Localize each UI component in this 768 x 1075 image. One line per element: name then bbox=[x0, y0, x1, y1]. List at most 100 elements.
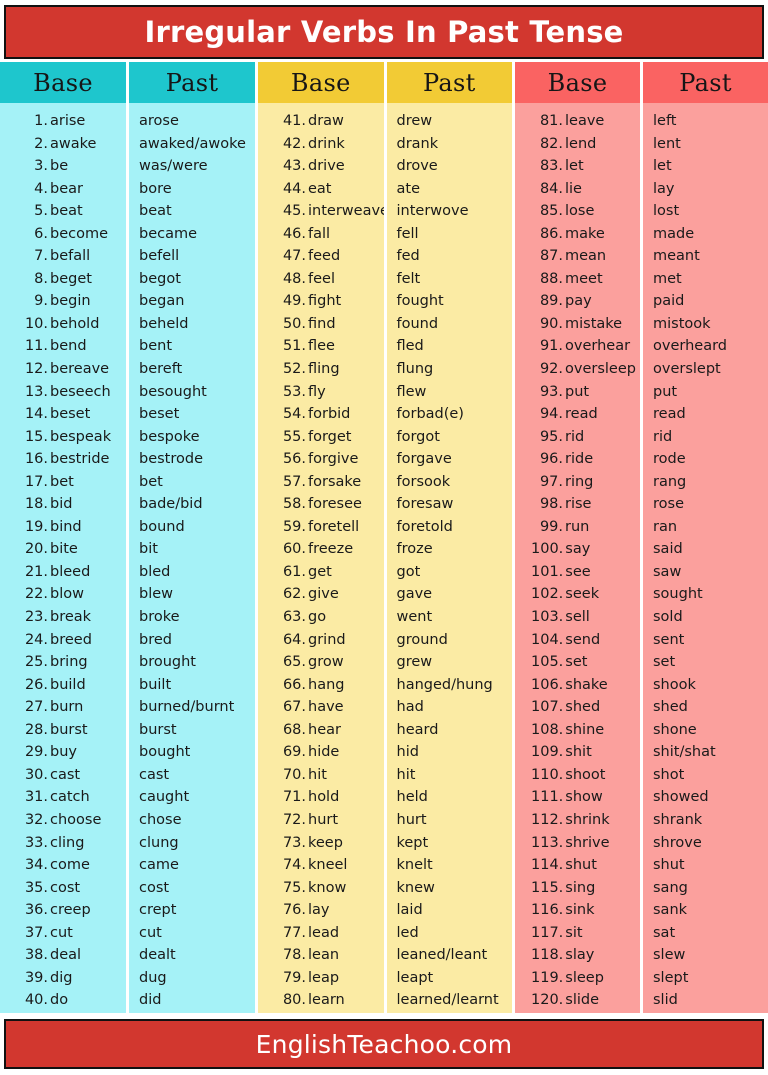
verb-index: 13. bbox=[24, 383, 48, 400]
verb-base-entry: 84. lie bbox=[515, 178, 640, 201]
verb-index: 14. bbox=[24, 406, 48, 423]
verb-base-entry: 9. begin bbox=[0, 290, 126, 313]
verb-index: 42. bbox=[282, 135, 306, 152]
verb-base-entry: 48. feel bbox=[258, 268, 384, 291]
verb-past-entry: made bbox=[653, 225, 695, 242]
verb-past-entry: shook bbox=[653, 676, 696, 693]
verb-base-word: choose bbox=[50, 811, 102, 828]
verb-base-entry: 117. sit bbox=[515, 922, 640, 945]
verb-base-entry: 11. bend bbox=[0, 335, 126, 358]
verb-base-entry: 33. cling bbox=[0, 832, 126, 855]
verb-base-word: set bbox=[565, 654, 588, 671]
verb-base-entry: 98. rise bbox=[515, 493, 640, 516]
verb-base-word: show bbox=[565, 789, 603, 806]
verb-past-entry: hit bbox=[396, 766, 416, 783]
past-column-1: arose awaked/awoke was/were bore beat became b… bbox=[129, 103, 255, 1013]
verb-base-entry: 18. bid bbox=[0, 493, 126, 516]
verb-past-entry: sought bbox=[653, 586, 703, 603]
verb-past-entry: left bbox=[653, 113, 677, 129]
verb-index: 51. bbox=[282, 338, 306, 355]
verb-index: 66. bbox=[282, 676, 306, 693]
verb-base-entry: 112. shrink bbox=[515, 809, 640, 832]
verb-index: 110. bbox=[531, 766, 564, 783]
verb-base-word: cling bbox=[50, 834, 85, 851]
verb-base-word: sing bbox=[565, 879, 596, 896]
verb-base-word: bespeak bbox=[50, 428, 112, 445]
verb-past-entry: bound bbox=[139, 518, 185, 535]
verb-past-entry: felt bbox=[396, 270, 421, 287]
verb-base-entry: 61. get bbox=[258, 561, 384, 584]
verb-index: 76. bbox=[282, 902, 306, 919]
verb-base-entry: 45. interweave bbox=[258, 200, 384, 223]
verb-past-entry: drank bbox=[396, 135, 439, 152]
verb-past-entry: read bbox=[653, 406, 686, 423]
verb-index: 15. bbox=[24, 428, 48, 445]
verb-past-entry: led bbox=[396, 924, 419, 941]
verb-past-entry: bestrode bbox=[139, 451, 204, 468]
verb-index: 31. bbox=[24, 789, 48, 806]
verb-past-entry: rose bbox=[653, 496, 684, 513]
verb-index: 74. bbox=[282, 857, 306, 874]
verb-base-word: shine bbox=[565, 721, 605, 738]
verb-base-entry: 82. lend bbox=[515, 133, 640, 156]
site-name: EnglishTeachoo.com bbox=[255, 1029, 513, 1059]
verb-index: 107. bbox=[531, 699, 564, 716]
verb-past-entry: bit bbox=[139, 541, 158, 558]
verb-past-entry: befell bbox=[139, 248, 180, 265]
verb-base-entry: 6. become bbox=[0, 223, 126, 246]
verb-section-pink: Base Past 81. leave 82. lend 83. let 84. lie 85.… bbox=[515, 62, 768, 1013]
verb-base-word: do bbox=[50, 992, 69, 1009]
verb-index: 41. bbox=[282, 113, 306, 129]
verb-past-entry: brought bbox=[139, 654, 196, 671]
verb-index: 83. bbox=[539, 158, 563, 175]
verb-base-entry: 51. flee bbox=[258, 335, 384, 358]
verb-index: 25. bbox=[24, 654, 48, 671]
verb-index: 115. bbox=[531, 879, 564, 896]
verb-past-entry: fought bbox=[396, 293, 444, 310]
verb-base-word: say bbox=[565, 541, 591, 558]
verb-base-entry: 31. catch bbox=[0, 786, 126, 809]
verb-index: 38. bbox=[24, 947, 48, 964]
verb-base-word: seek bbox=[565, 586, 600, 603]
verb-base-word: read bbox=[565, 406, 598, 423]
verb-base-word: go bbox=[308, 609, 327, 626]
page-title: Irregular Verbs In Past Tense bbox=[144, 15, 624, 49]
verb-past-entry: did bbox=[139, 992, 162, 1009]
verb-base-word: mean bbox=[565, 248, 607, 265]
header-row-pink: Base Past bbox=[515, 62, 768, 103]
verb-base-entry: 38. deal bbox=[0, 944, 126, 967]
verb-base-entry: 29. buy bbox=[0, 741, 126, 764]
verb-base-entry: 8. beget bbox=[0, 268, 126, 291]
verb-base-entry: 21. bleed bbox=[0, 561, 126, 584]
column-header-past-1: Past bbox=[129, 62, 255, 103]
verb-base-entry: 70. hit bbox=[258, 764, 384, 787]
verb-base-word: freeze bbox=[308, 541, 354, 558]
verb-base-entry: 22. blow bbox=[0, 583, 126, 606]
verb-base-entry: 27. burn bbox=[0, 696, 126, 719]
verb-past-entry: lost bbox=[653, 203, 680, 220]
verb-index: 4. bbox=[34, 180, 48, 197]
verb-base-word: bereave bbox=[50, 361, 110, 378]
verb-past-entry: got bbox=[396, 563, 421, 580]
verb-past-entry: lay bbox=[653, 180, 675, 197]
verb-base-entry: 89. pay bbox=[515, 290, 640, 313]
verb-base-word: sink bbox=[565, 902, 595, 919]
verb-base-entry: 99. run bbox=[515, 516, 640, 539]
verb-base-entry: 106. shake bbox=[515, 674, 640, 697]
verb-index: 69. bbox=[282, 744, 306, 761]
verb-base-entry: 65. grow bbox=[258, 651, 384, 674]
verb-base-word: learn bbox=[308, 992, 345, 1009]
verb-base-entry: 36. creep bbox=[0, 899, 126, 922]
verb-index: 111. bbox=[531, 789, 564, 806]
column-header-base-1: Base bbox=[0, 62, 129, 103]
verb-past-entry: sold bbox=[653, 609, 683, 626]
verb-base-word: kneel bbox=[308, 857, 348, 874]
verb-base-entry: 14. beset bbox=[0, 403, 126, 426]
verb-base-word: fling bbox=[308, 361, 340, 378]
verb-index: 108. bbox=[531, 721, 564, 738]
verb-base-word: hear bbox=[308, 721, 341, 738]
verb-index: 70. bbox=[282, 766, 306, 783]
verb-past-entry: found bbox=[396, 315, 439, 332]
verb-past-entry: met bbox=[653, 270, 682, 287]
verb-index: 44. bbox=[282, 180, 306, 197]
